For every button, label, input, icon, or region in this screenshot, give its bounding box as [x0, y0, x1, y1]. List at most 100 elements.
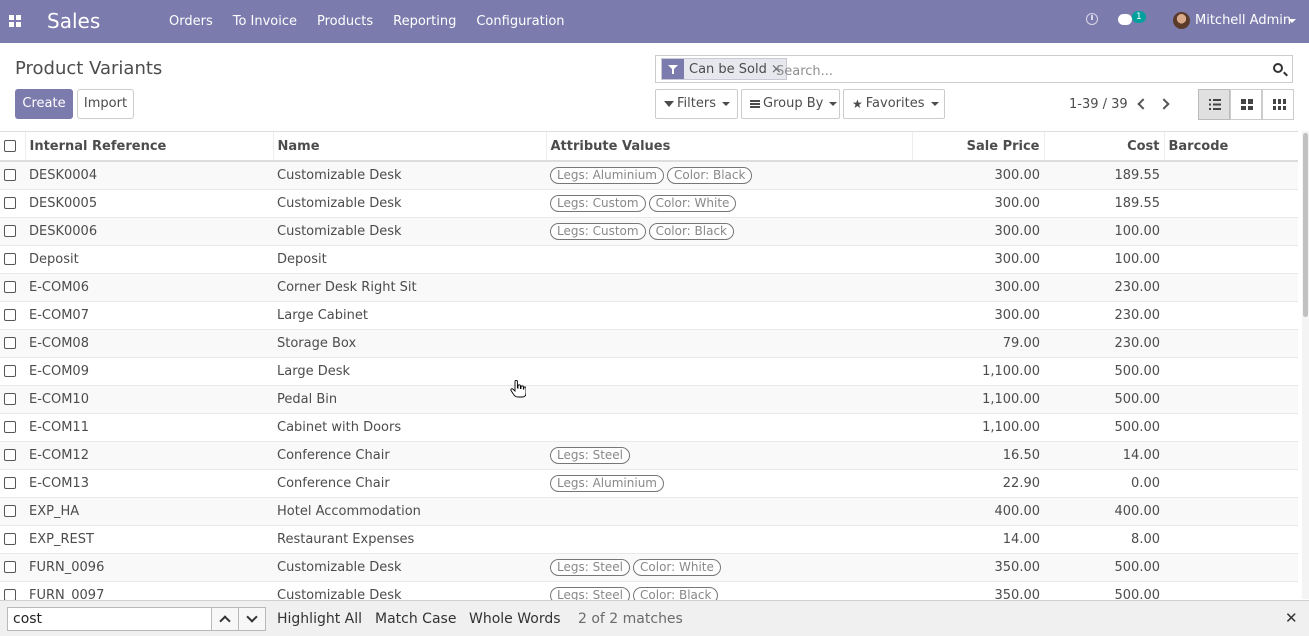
cell-cost[interactable]: 230.00 [1044, 301, 1164, 330]
cell-barcode[interactable] [1164, 525, 1298, 554]
cell-attribute-values[interactable] [546, 273, 912, 302]
cell-internal-reference[interactable]: DESK0006 [25, 217, 273, 246]
cell-internal-reference[interactable]: E-COM11 [25, 413, 273, 442]
cell-barcode[interactable] [1164, 497, 1298, 526]
activity-clock-icon[interactable] [1086, 13, 1098, 25]
table-row[interactable]: DESK0005 Customizable Desk Legs: Custom Col… [0, 189, 1298, 218]
filters-dropdown[interactable]: Filters [655, 89, 738, 119]
pager-value[interactable]: 1-39 / 39 [1069, 97, 1128, 112]
chat-icon[interactable] [1118, 14, 1132, 25]
whole-words-toggle[interactable]: Whole Words [469, 611, 561, 627]
cell-cost[interactable]: 14.00 [1044, 441, 1164, 470]
row-checkbox[interactable] [4, 589, 16, 600]
row-checkbox[interactable] [4, 365, 16, 377]
cell-internal-reference[interactable]: E-COM10 [25, 385, 273, 414]
cell-cost[interactable]: 500.00 [1044, 357, 1164, 386]
cell-cost[interactable]: 100.00 [1044, 217, 1164, 246]
cell-attribute-values[interactable] [546, 245, 912, 274]
table-row[interactable]: EXP_REST Restaurant Expenses 14.00 8.00 [0, 525, 1298, 554]
groupby-dropdown[interactable]: Group By [741, 89, 840, 119]
pager-previous-icon[interactable] [1134, 97, 1148, 111]
cell-barcode[interactable] [1164, 245, 1298, 274]
cell-sale-price[interactable]: 300.00 [912, 273, 1044, 302]
cell-internal-reference[interactable]: E-COM08 [25, 329, 273, 358]
cell-sale-price[interactable]: 350.00 [912, 581, 1044, 600]
row-checkbox[interactable] [4, 337, 16, 349]
cell-name[interactable]: Restaurant Expenses [273, 525, 546, 554]
row-checkbox[interactable] [4, 225, 16, 237]
row-checkbox[interactable] [4, 505, 16, 517]
row-checkbox[interactable] [4, 561, 16, 573]
cell-sale-price[interactable]: 14.00 [912, 525, 1044, 554]
table-row[interactable]: E-COM11 Cabinet with Doors 1,100.00 500.00 [0, 413, 1298, 442]
cell-barcode[interactable] [1164, 357, 1298, 386]
menu-item-configuration[interactable]: Configuration [466, 0, 574, 43]
cell-internal-reference[interactable]: DESK0004 [25, 161, 273, 190]
menu-item-orders[interactable]: Orders [159, 0, 223, 43]
cell-internal-reference[interactable]: EXP_REST [25, 525, 273, 554]
table-row[interactable]: Deposit Deposit 300.00 100.00 [0, 245, 1298, 274]
row-checkbox[interactable] [4, 197, 16, 209]
table-row[interactable]: E-COM06 Corner Desk Right Sit 300.00 230.00 [0, 273, 1298, 302]
table-row[interactable]: E-COM12 Conference Chair Legs: Steel 16.50 1… [0, 441, 1298, 470]
row-checkbox[interactable] [4, 281, 16, 293]
cell-barcode[interactable] [1164, 301, 1298, 330]
kanban-view-button[interactable] [1230, 89, 1262, 120]
cell-cost[interactable]: 400.00 [1044, 497, 1164, 526]
cell-attribute-values[interactable] [546, 329, 912, 358]
cell-cost[interactable]: 500.00 [1044, 385, 1164, 414]
menu-item-reporting[interactable]: Reporting [383, 0, 466, 43]
cell-name[interactable]: Conference Chair [273, 441, 546, 470]
cell-internal-reference[interactable]: Deposit [25, 245, 273, 274]
cell-attribute-values[interactable]: Legs: Aluminium Color: Black [546, 161, 912, 190]
cell-cost[interactable]: 230.00 [1044, 273, 1164, 302]
table-row[interactable]: E-COM07 Large Cabinet 300.00 230.00 [0, 301, 1298, 330]
cell-internal-reference[interactable]: E-COM12 [25, 441, 273, 470]
cell-internal-reference[interactable]: E-COM06 [25, 273, 273, 302]
cell-sale-price[interactable]: 400.00 [912, 497, 1044, 526]
cell-barcode[interactable] [1164, 217, 1298, 246]
cell-attribute-values[interactable] [546, 357, 912, 386]
cell-sale-price[interactable]: 16.50 [912, 441, 1044, 470]
cell-barcode[interactable] [1164, 441, 1298, 470]
cell-sale-price[interactable]: 350.00 [912, 553, 1044, 582]
cell-name[interactable]: Pedal Bin [273, 385, 546, 414]
table-row[interactable]: EXP_HA Hotel Accommodation 400.00 400.00 [0, 497, 1298, 526]
cell-attribute-values[interactable]: Legs: Aluminium [546, 469, 912, 498]
cell-sale-price[interactable]: 1,100.00 [912, 413, 1044, 442]
cell-attribute-values[interactable] [546, 385, 912, 414]
cell-attribute-values[interactable] [546, 497, 912, 526]
cell-barcode[interactable] [1164, 273, 1298, 302]
row-checkbox[interactable] [4, 169, 16, 182]
cell-cost[interactable]: 230.00 [1044, 329, 1164, 358]
column-header-sale-price[interactable]: Sale Price [912, 132, 1045, 162]
cell-name[interactable]: Customizable Desk [273, 553, 546, 582]
cell-internal-reference[interactable]: DESK0005 [25, 189, 273, 218]
cell-sale-price[interactable]: 300.00 [912, 301, 1044, 330]
cell-sale-price[interactable]: 300.00 [912, 245, 1044, 274]
select-all-checkbox[interactable] [4, 140, 16, 152]
user-caret-icon[interactable] [1288, 19, 1296, 23]
cell-name[interactable]: Large Cabinet [273, 301, 546, 330]
cell-attribute-values[interactable]: Legs: Steel [546, 441, 912, 470]
cell-sale-price[interactable]: 1,100.00 [912, 357, 1044, 386]
cell-name[interactable]: Corner Desk Right Sit [273, 273, 546, 302]
cell-attribute-values[interactable]: Legs: Custom Color: White [546, 189, 912, 218]
cell-cost[interactable]: 500.00 [1044, 413, 1164, 442]
avatar[interactable] [1173, 12, 1190, 29]
cell-name[interactable]: Conference Chair [273, 469, 546, 498]
cell-attribute-values[interactable] [546, 413, 912, 442]
cell-barcode[interactable] [1164, 329, 1298, 358]
table-row[interactable]: E-COM10 Pedal Bin 1,100.00 500.00 [0, 385, 1298, 414]
column-header-internal-reference[interactable]: Internal Reference [25, 132, 274, 162]
column-header-cost[interactable]: Cost [1044, 132, 1165, 162]
row-checkbox[interactable] [4, 393, 16, 405]
table-row[interactable]: FURN_0096 Customizable Desk Legs: Steel Col… [0, 553, 1298, 582]
cell-internal-reference[interactable]: E-COM09 [25, 357, 273, 386]
cell-name[interactable]: Customizable Desk [273, 581, 546, 600]
cell-name[interactable]: Storage Box [273, 329, 546, 358]
cell-barcode[interactable] [1164, 469, 1298, 498]
cell-name[interactable]: Cabinet with Doors [273, 413, 546, 442]
app-brand[interactable]: Sales [47, 9, 100, 33]
apps-menu-icon[interactable] [9, 15, 21, 27]
